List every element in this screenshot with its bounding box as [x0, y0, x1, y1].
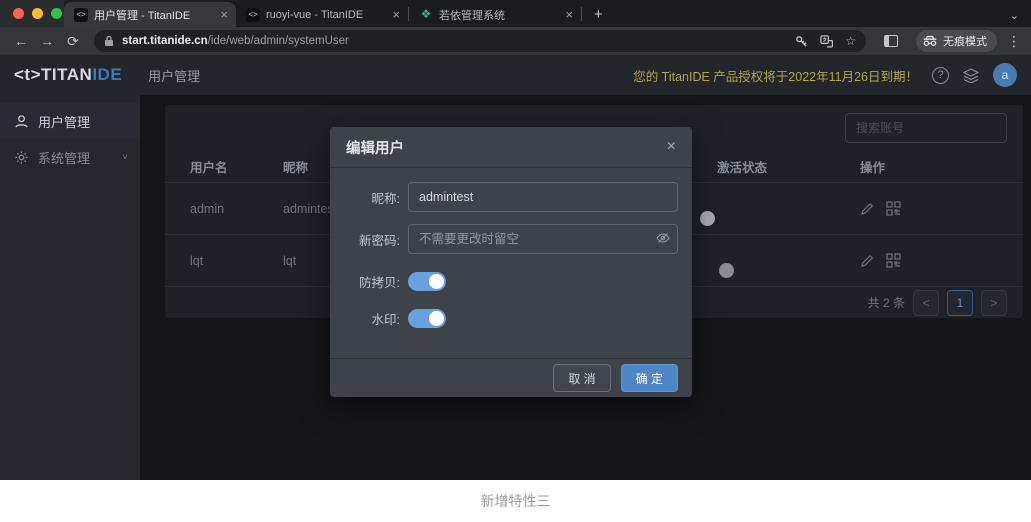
toggle-knob	[429, 311, 444, 326]
app-header: <t>TITANIDE 用户管理 您的 TitanIDE 产品授权将于2022年…	[0, 55, 1031, 95]
sidebar: 用户管理 系统管理 ˅	[0, 95, 140, 480]
edit-user-dialog: 编辑用户 × 昵称: 新密码:	[330, 127, 692, 397]
titanide-favicon-icon: <>	[74, 8, 88, 22]
sidebar-item-system-management[interactable]: 系统管理 ˅	[0, 139, 140, 175]
anticopy-field-row: 防拷贝:	[330, 272, 678, 291]
layers-icon[interactable]	[963, 68, 979, 83]
tab-title: ruoyi-vue - TitanIDE	[266, 9, 386, 21]
header-right: 您的 TitanIDE 产品授权将于2022年11月26日到期！ ? a	[633, 63, 1017, 87]
search-input[interactable]	[845, 113, 1007, 143]
ruoyi-leaf-icon: ❖	[419, 8, 433, 22]
sidebar-item-user-management[interactable]: 用户管理	[0, 103, 140, 139]
watermark-label: 水印:	[330, 309, 400, 328]
titanide-favicon-icon: <>	[246, 8, 260, 22]
help-icon[interactable]: ?	[932, 67, 949, 84]
tab-separator	[581, 7, 582, 21]
watermark-toggle[interactable]	[408, 309, 446, 328]
license-warning: 您的 TitanIDE 产品授权将于2022年11月26日到期！	[633, 66, 918, 85]
pagination-total: 共 2 条	[868, 294, 905, 311]
url-path: /ide/web/admin/systemUser	[208, 35, 349, 47]
tab-close-icon[interactable]: ×	[220, 7, 228, 22]
tab-title: 若依管理系统	[439, 7, 559, 23]
macos-traffic-lights	[0, 0, 64, 27]
url-domain: start.titanide.cn	[122, 35, 208, 47]
incognito-badge: 无痕模式	[916, 30, 997, 52]
sidebar-item-label: 用户管理	[38, 112, 90, 131]
new-password-input[interactable]	[408, 224, 678, 254]
anticopy-toggle[interactable]	[408, 272, 446, 291]
address-bar[interactable]: start.titanide.cn/ide/web/admin/systemUs…	[94, 30, 866, 52]
incognito-label: 无痕模式	[943, 33, 987, 49]
toggle-knob	[700, 211, 715, 226]
translate-icon[interactable]	[820, 35, 833, 48]
new-tab-button[interactable]: +	[594, 6, 603, 23]
side-panel-icon[interactable]	[884, 35, 898, 47]
tab-title: 用户管理 - TitanIDE	[94, 7, 214, 23]
cell-username: lqt	[190, 254, 283, 268]
tab-ruoyi-vue[interactable]: <> ruoyi-vue - TitanIDE ×	[236, 2, 408, 27]
close-icon[interactable]: ×	[667, 138, 676, 156]
pagination-prev-button[interactable]: <	[913, 290, 939, 316]
col-status: 激活状态	[717, 157, 860, 176]
screenshot-root: <> 用户管理 - TitanIDE × <> ruoyi-vue - Tita…	[0, 0, 1031, 522]
image-caption: 新增特性三	[0, 480, 1031, 522]
user-avatar[interactable]: a	[993, 63, 1017, 87]
browser-toolbar: ← → ⟳ start.titanide.cn/ide/web/admin/sy…	[0, 27, 1031, 55]
dialog-body: 昵称: 新密码: 防拷贝: 水印:	[330, 168, 692, 358]
reload-button[interactable]: ⟳	[62, 33, 84, 50]
logo-main: <t>TITAN	[14, 65, 92, 84]
nickname-input[interactable]	[408, 182, 678, 212]
pagination-next-button[interactable]: >	[981, 290, 1007, 316]
edit-pencil-icon[interactable]	[860, 202, 874, 216]
watermark-field-row: 水印:	[330, 309, 678, 328]
cell-username: admin	[190, 202, 283, 216]
browser-menu-icon[interactable]: ⋮	[1007, 33, 1021, 50]
eye-off-icon[interactable]	[656, 232, 670, 244]
confirm-button[interactable]: 确 定	[621, 364, 678, 392]
password-label: 新密码:	[330, 230, 400, 249]
toggle-knob	[429, 274, 444, 289]
bookmark-star-icon[interactable]: ☆	[845, 34, 856, 48]
col-username: 用户名	[190, 157, 283, 176]
password-field-row: 新密码:	[330, 224, 678, 254]
dialog-title: 编辑用户	[346, 137, 404, 158]
qrcode-icon[interactable]	[886, 201, 901, 216]
incognito-icon	[922, 35, 938, 47]
password-key-icon[interactable]	[795, 35, 808, 48]
back-button[interactable]: ←	[10, 33, 32, 49]
zoom-window-button[interactable]	[51, 8, 62, 19]
browser-tabstrip: <> 用户管理 - TitanIDE × <> ruoyi-vue - Tita…	[0, 0, 1031, 27]
dialog-footer: 取 消 确 定	[330, 358, 692, 397]
edit-pencil-icon[interactable]	[860, 254, 874, 268]
header-nav-user-management[interactable]: 用户管理	[148, 66, 200, 85]
anticopy-label: 防拷贝:	[330, 272, 400, 291]
lock-icon	[104, 35, 114, 47]
gear-icon	[14, 150, 29, 165]
col-actions: 操作	[860, 157, 1023, 176]
cancel-button[interactable]: 取 消	[553, 364, 610, 392]
tab-close-icon[interactable]: ×	[392, 7, 400, 22]
nickname-field-row: 昵称:	[330, 182, 678, 212]
close-window-button[interactable]	[13, 8, 24, 19]
chevron-down-icon: ˅	[122, 152, 128, 163]
tab-user-management[interactable]: <> 用户管理 - TitanIDE ×	[64, 2, 236, 27]
nickname-label: 昵称:	[330, 188, 400, 207]
toggle-knob	[719, 263, 734, 278]
qrcode-icon[interactable]	[886, 253, 901, 268]
tab-ruoyi-admin[interactable]: ❖ 若依管理系统 ×	[409, 2, 581, 27]
titanide-logo: <t>TITANIDE	[14, 65, 122, 85]
tab-search-chevron-icon[interactable]: ⌄	[1010, 9, 1019, 22]
minimize-window-button[interactable]	[32, 8, 43, 19]
pagination-page-1-button[interactable]: 1	[947, 290, 973, 316]
logo-suffix: IDE	[92, 65, 122, 84]
page-viewport: <t>TITANIDE 用户管理 您的 TitanIDE 产品授权将于2022年…	[0, 55, 1031, 480]
user-icon	[14, 114, 29, 129]
sidebar-item-label: 系统管理	[38, 148, 90, 167]
forward-button[interactable]: →	[36, 33, 58, 49]
tab-close-icon[interactable]: ×	[565, 7, 573, 22]
dialog-header: 编辑用户 ×	[330, 127, 692, 168]
